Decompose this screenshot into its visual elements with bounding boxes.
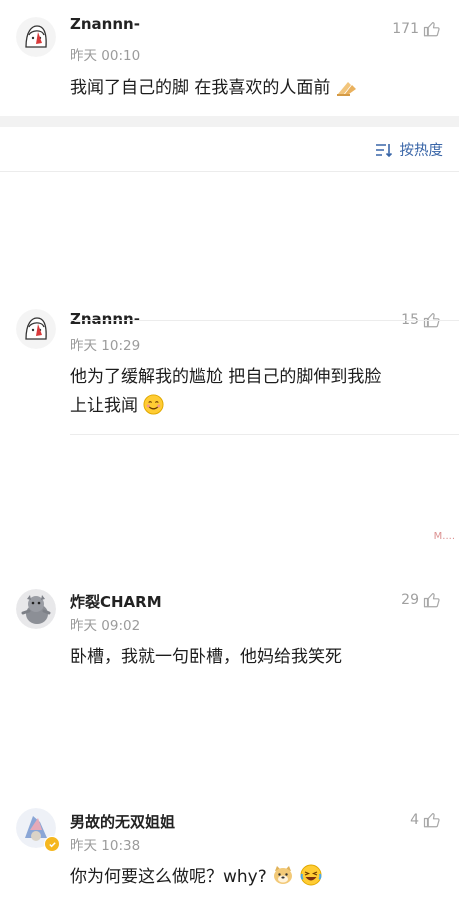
like-count: 171 [392,21,419,37]
sort-icon [375,143,392,157]
comment-text-content: 我闻了自己的脚 在我喜欢的人面前 [70,78,331,98]
comment-timestamp: 昨天 00:10 [70,48,141,64]
divider [70,434,459,435]
watermark: M.... [433,531,455,542]
thumbs-up-icon [423,22,440,37]
comment-author-name[interactable]: 炸裂CHARM [70,591,162,612]
comment-timestamp: 昨天 10:29 [70,338,141,354]
thumbs-up-icon [423,813,440,828]
divider [0,171,459,172]
comment-timestamp: 昨天 10:38 [70,838,141,854]
praying-hands-emoji-icon [336,82,356,96]
comment-author-name[interactable]: Znannn- [70,15,140,33]
comment-item: 男故的无双姐姐 昨天 10:38 4 你为何要这么做呢？why? [0,799,459,899]
comment-timestamp: 昨天 09:02 [70,618,141,634]
sort-toggle[interactable]: 按热度 [374,139,444,160]
divider [70,320,459,321]
comment-text-line: 他为了缓解我的尴尬 把自己的脚伸到我脸 [70,367,382,387]
section-separator [0,116,459,127]
sort-label: 按热度 [399,143,444,159]
like-button[interactable]: 29 [401,591,441,609]
comment-author-name[interactable]: Znannn- [70,310,140,328]
comment-text: 他为了缓解我的尴尬 把自己的脚伸到我脸 上让我闻 [70,363,439,421]
like-button[interactable]: 171 [392,20,441,38]
like-button[interactable]: 4 [410,811,441,829]
thumbs-up-icon [423,593,440,608]
comment-item: 炸裂CHARM 昨天 09:02 29 卧槽，我就一句卧槽，他妈给我笑死 [0,580,459,685]
comment-author-name[interactable]: 男故的无双姐姐 [70,811,175,832]
comment-text: 我闻了自己的脚 在我喜欢的人面前 [70,74,439,103]
comment-text: 卧槽，我就一句卧槽，他妈给我笑死 [70,647,342,667]
like-count: 29 [401,592,419,608]
doge-emoji-icon [274,866,293,884]
like-count: 4 [410,812,419,828]
laughing-crying-emoji-icon [300,864,322,886]
comment-text-content: 你为何要这么做呢？why? [70,867,267,887]
verified-badge-icon [44,836,60,852]
avatar[interactable] [16,309,56,349]
top-comment: Znannn- 昨天 00:10 171 我闻了自己的脚 在我喜欢的人面前 [0,0,459,115]
comment-text-line-2: 上让我闻 [70,392,439,421]
comment-text-content: 上让我闻 [70,396,138,416]
avatar[interactable] [16,17,56,57]
comment-text: 你为何要这么做呢？why? [70,863,439,892]
avatar[interactable] [16,589,56,629]
smiling-face-emoji-icon [143,394,164,415]
